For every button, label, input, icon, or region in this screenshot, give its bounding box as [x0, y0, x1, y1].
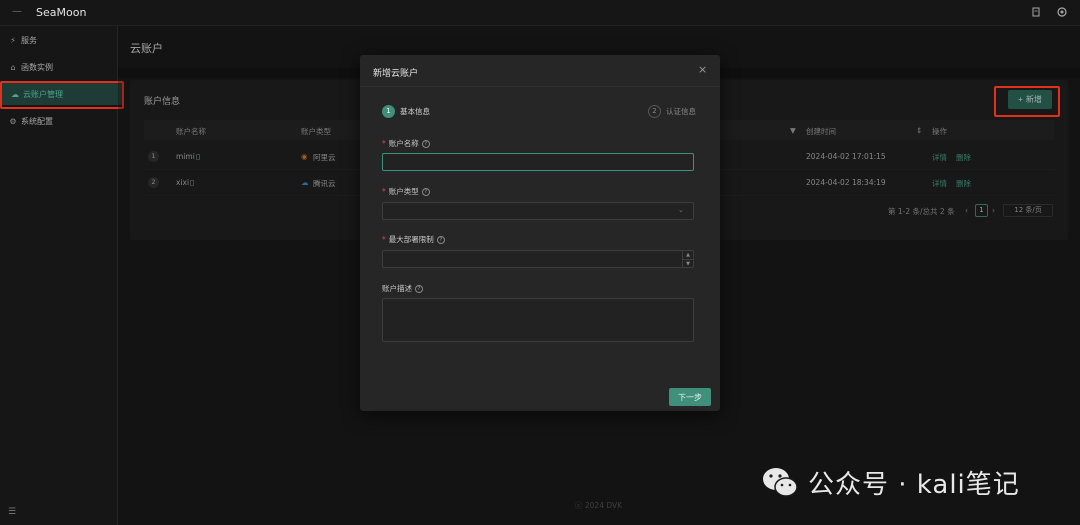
sidebar-item-label: 服务	[21, 35, 37, 45]
account-description-textarea[interactable]	[382, 298, 694, 342]
sidebar-item-settings[interactable]: ⚙ 系统配置	[0, 110, 118, 132]
step-label: 认证信息	[666, 107, 696, 116]
account-type-label: * 账户类型 ?	[382, 186, 430, 197]
menu-icon[interactable]: —	[12, 7, 24, 17]
step-number: 2	[648, 105, 661, 118]
instance-icon: ⌂	[10, 62, 16, 72]
collapse-icon[interactable]: ☰	[8, 507, 16, 517]
max-deploy-limit-label: * 最大部署限制 ?	[382, 234, 445, 245]
help-icon[interactable]: ?	[421, 139, 430, 148]
required-mark: *	[382, 235, 386, 244]
watermark-text: 公众号 · kali笔记	[808, 469, 1020, 500]
sidebar-item-instances[interactable]: ⌂ 函数实例	[0, 56, 118, 78]
modal-title: 新增云账户	[373, 69, 419, 79]
app-title: SeaMoon	[36, 6, 87, 19]
sidebar-item-service[interactable]: ⚡ 服务	[0, 29, 118, 51]
account-type-select[interactable]	[382, 202, 694, 220]
add-button-highlight-box	[994, 86, 1060, 117]
wechat-icon	[760, 462, 800, 502]
step-basic-info: 1 基本信息	[382, 105, 430, 118]
next-step-button[interactable]: 下一步	[669, 388, 711, 406]
sidebar-item-label: 函数实例	[21, 62, 53, 72]
required-mark: *	[382, 187, 386, 196]
required-mark: *	[382, 139, 386, 148]
decrement-icon[interactable]: ▼	[682, 259, 693, 267]
help-icon[interactable]: ?	[415, 284, 423, 293]
max-deploy-limit-input[interactable]	[382, 250, 694, 268]
help-icon[interactable]: ?	[421, 187, 430, 196]
sidebar-item-label: 系统配置	[21, 116, 53, 126]
sidebar-highlight-box	[0, 81, 124, 109]
document-icon[interactable]	[1030, 7, 1042, 19]
step-number: 1	[382, 105, 395, 118]
step-auth-info: 2 认证信息	[648, 105, 696, 118]
account-description-label: 账户描述 ?	[382, 283, 423, 294]
add-account-modal: 新增云账户 × 1 基本信息 2 认证信息 * 账户名称 ? * 账户类型 ? …	[360, 55, 720, 411]
top-bar: — SeaMoon	[0, 0, 1080, 26]
github-icon[interactable]	[1056, 7, 1068, 19]
account-name-input[interactable]	[382, 153, 694, 171]
close-icon[interactable]: ×	[698, 64, 707, 76]
help-icon[interactable]: ?	[436, 235, 445, 244]
modal-header: 新增云账户 ×	[360, 55, 720, 87]
watermark: 公众号 · kali笔记	[760, 462, 1020, 502]
gear-icon: ⚙	[9, 116, 17, 126]
increment-icon[interactable]: ▲	[682, 251, 693, 259]
account-name-label: * 账户名称 ?	[382, 138, 430, 149]
service-icon: ⚡	[10, 35, 16, 45]
step-label: 基本信息	[400, 107, 430, 116]
chevron-down-icon: ⌄	[678, 206, 684, 214]
